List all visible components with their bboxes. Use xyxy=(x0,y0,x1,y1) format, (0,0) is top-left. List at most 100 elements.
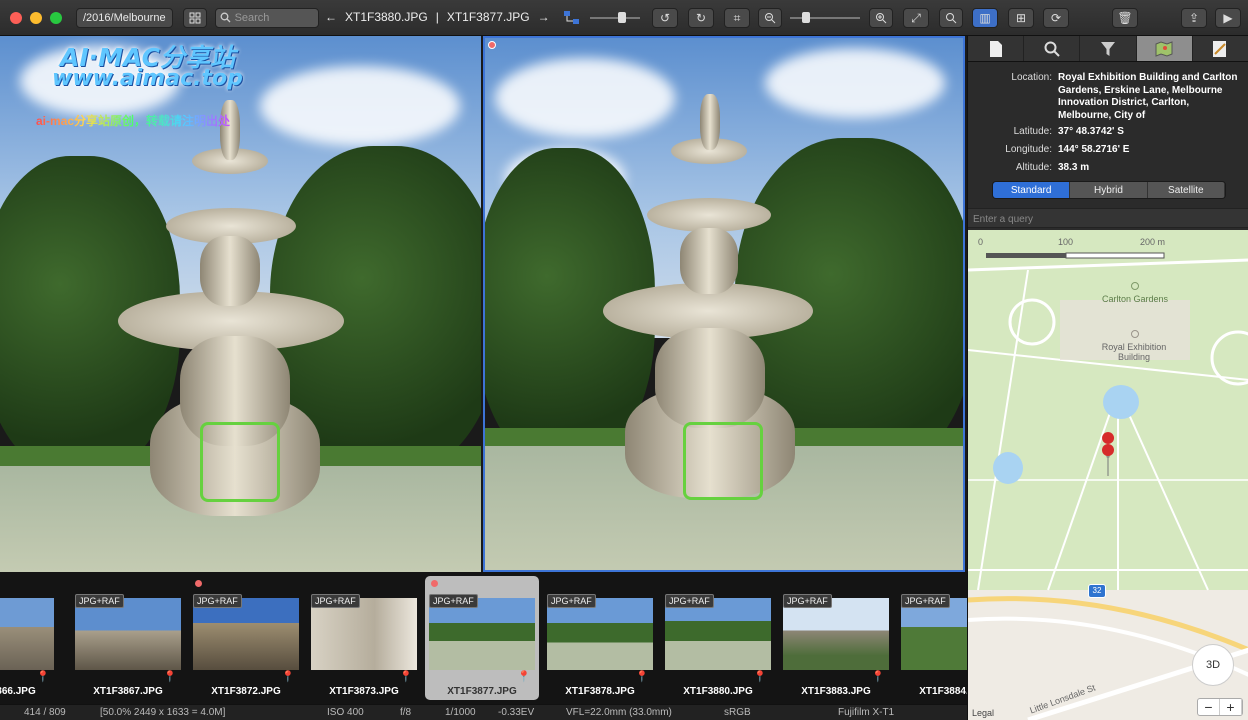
map-type-standard[interactable]: Standard xyxy=(993,182,1071,198)
hierarchy-button[interactable] xyxy=(560,8,584,28)
magnifier-icon xyxy=(946,13,957,24)
crop-button[interactable]: ⌗ xyxy=(724,8,750,28)
rotate-right-button[interactable]: ↻ xyxy=(688,8,714,28)
geotag-pin-icon: 📍 xyxy=(753,671,767,683)
sync-button[interactable]: ⟳ xyxy=(1043,8,1069,28)
thumbnail-name: XT1F3866.JPG xyxy=(0,686,36,697)
zoom-out-icon xyxy=(765,13,776,24)
rotate-left-button[interactable]: ↺ xyxy=(652,8,678,28)
latitude-label: Latitude: xyxy=(1013,126,1052,137)
size-slider[interactable] xyxy=(590,12,640,23)
map-type-satellite[interactable]: Satellite xyxy=(1147,182,1225,198)
altitude-value: 38.3 m xyxy=(1058,162,1090,173)
rotate-right-icon: ↻ xyxy=(695,11,707,25)
trash-button[interactable]: 🗑 xyxy=(1112,8,1138,28)
zoom-slider-knob[interactable] xyxy=(802,12,810,23)
map-view[interactable]: 0 100 200 m Carlton Gardens Royal Exhibi… xyxy=(968,230,1248,720)
thumbnail[interactable]: JPG+RAF XT1F3884.JPG xyxy=(897,576,967,700)
fit-button[interactable]: ⤢ xyxy=(903,8,929,28)
tab-file-info[interactable] xyxy=(968,36,1025,61)
grid-icon xyxy=(189,12,201,23)
legal-link[interactable]: Legal xyxy=(972,708,994,718)
focus-point-right xyxy=(683,422,763,500)
scale-0: 0 xyxy=(978,237,984,247)
map-label-royal-exhibition: Royal Exhibition Building xyxy=(1101,342,1167,362)
slideshow-button[interactable]: ▶ xyxy=(1215,8,1241,28)
geotag-pin-icon: 📍 xyxy=(517,671,531,683)
zoom-out-button[interactable] xyxy=(758,8,782,28)
zoom-in-button[interactable] xyxy=(869,8,893,28)
title-separator: | xyxy=(435,10,439,24)
image-dimensions: [50.0% 2449 x 1633 = 4.0M] xyxy=(100,707,226,718)
focal-length: VFL=22.0mm (33.0mm) xyxy=(566,707,672,718)
scale-100: 100 xyxy=(1058,237,1074,247)
route-badge: 32 xyxy=(1088,584,1106,598)
compare-view-button[interactable]: ▥ xyxy=(972,8,998,28)
focus-point-left xyxy=(200,422,280,502)
search-field[interactable] xyxy=(214,7,319,28)
tab-filter[interactable] xyxy=(1080,36,1137,61)
zoom-window-button[interactable] xyxy=(50,11,62,24)
thumbnail[interactable]: JPG+RAF XT1F3867.JPG 📍 xyxy=(71,576,185,700)
map-query-field[interactable] xyxy=(968,208,1248,229)
zoom-in-icon xyxy=(876,13,887,24)
thumbnail[interactable]: JPG+RAF XT1F3873.JPG 📍 xyxy=(307,576,421,700)
tab-search[interactable] xyxy=(1024,36,1081,61)
compare-viewer: AI·MAC分享站 www.aimac.top ai-mac分享站原创，转载请注… xyxy=(0,36,967,572)
hierarchy-icon xyxy=(564,11,579,24)
map-zoom-control: − + xyxy=(1197,698,1243,716)
minimize-window-button[interactable] xyxy=(30,11,42,24)
map-zoom-in-button[interactable]: + xyxy=(1220,699,1242,715)
map-query-input[interactable] xyxy=(973,210,1233,229)
location-pin-icon[interactable] xyxy=(1102,444,1114,456)
thumbnail-name: XT1F3872.JPG xyxy=(211,686,281,697)
size-slider-knob[interactable] xyxy=(618,12,626,23)
thumbnail-name: XT1F3873.JPG xyxy=(329,686,399,697)
search-input[interactable] xyxy=(234,11,315,24)
share-button[interactable]: ⇪ xyxy=(1181,8,1207,28)
format-tag: JPG+RAF xyxy=(547,594,596,608)
tab-notes[interactable] xyxy=(1193,36,1248,61)
photo-left[interactable]: AI·MAC分享站 www.aimac.top ai-mac分享站原创，转载请注… xyxy=(0,36,481,572)
filmstrip: XT1F3866.JPG 📍 JPG+RAF XT1F3867.JPG 📍 JP… xyxy=(0,572,967,704)
close-window-button[interactable] xyxy=(10,11,22,24)
search-icon xyxy=(1044,41,1060,57)
grid-view-button[interactable] xyxy=(182,7,207,28)
folder-path-button[interactable]: /2016/Melbourne xyxy=(76,7,173,28)
geotag-pin-icon: 📍 xyxy=(635,671,649,683)
forward-arrow[interactable]: → xyxy=(538,10,550,24)
actual-size-button[interactable] xyxy=(939,8,963,28)
geotag-pin-icon: 📍 xyxy=(163,671,177,683)
watermark-notice: ai-mac分享站原创，转载请注明出处 xyxy=(36,114,231,128)
window-controls xyxy=(10,11,62,24)
tab-map[interactable] xyxy=(1136,36,1193,61)
thumbnail[interactable]: JPG+RAF XT1F3883.JPG 📍 xyxy=(779,576,893,700)
thumbnail[interactable]: XT1F3866.JPG 📍 xyxy=(0,576,58,700)
thumbnail-name: XT1F3883.JPG xyxy=(801,686,871,697)
thumbnail[interactable]: JPG+RAF XT1F3878.JPG 📍 xyxy=(543,576,657,700)
status-bar: 414 / 809 [50.0% 2449 x 1633 = 4.0M] ISO… xyxy=(0,704,967,720)
plus-box-icon: ⊞ xyxy=(1015,11,1027,25)
iso-value: ISO 400 xyxy=(327,707,364,718)
thumbnail-selected[interactable]: JPG+RAF XT1F3877.JPG 📍 xyxy=(425,576,539,700)
thumbnail-name: XT1F3878.JPG xyxy=(565,686,635,697)
add-button[interactable]: ⊞ xyxy=(1008,8,1034,28)
title-left-file: XT1F3880.JPG xyxy=(345,10,428,24)
back-arrow[interactable]: ← xyxy=(325,10,337,24)
map-zoom-out-button[interactable]: − xyxy=(1198,699,1220,715)
thumbnail[interactable]: JPG+RAF XT1F3872.JPG 📍 xyxy=(189,576,303,700)
location-value: Royal Exhibition Building and Carlton Ga… xyxy=(1058,72,1238,121)
longitude-value: 144° 58.2716' E xyxy=(1058,144,1130,155)
geotag-pin-icon: 📍 xyxy=(281,671,295,683)
window-title: ← XT1F3880.JPG | XT1F3877.JPG → xyxy=(325,10,550,24)
photo-right-selected[interactable] xyxy=(483,36,965,572)
color-label-dot xyxy=(488,41,496,49)
info-panel: Location: Royal Exhibition Building and … xyxy=(967,36,1248,720)
trash-icon: 🗑 xyxy=(1117,11,1133,25)
thumbnail[interactable]: JPG+RAF XT1F3880.JPG 📍 xyxy=(661,576,775,700)
geotag-pin-icon: 📍 xyxy=(399,671,413,683)
map-type-hybrid[interactable]: Hybrid xyxy=(1070,182,1148,198)
zoom-slider[interactable] xyxy=(790,12,860,23)
watermark-url: www.aimac.top xyxy=(52,66,243,91)
map-3d-button[interactable]: 3D xyxy=(1192,644,1234,686)
